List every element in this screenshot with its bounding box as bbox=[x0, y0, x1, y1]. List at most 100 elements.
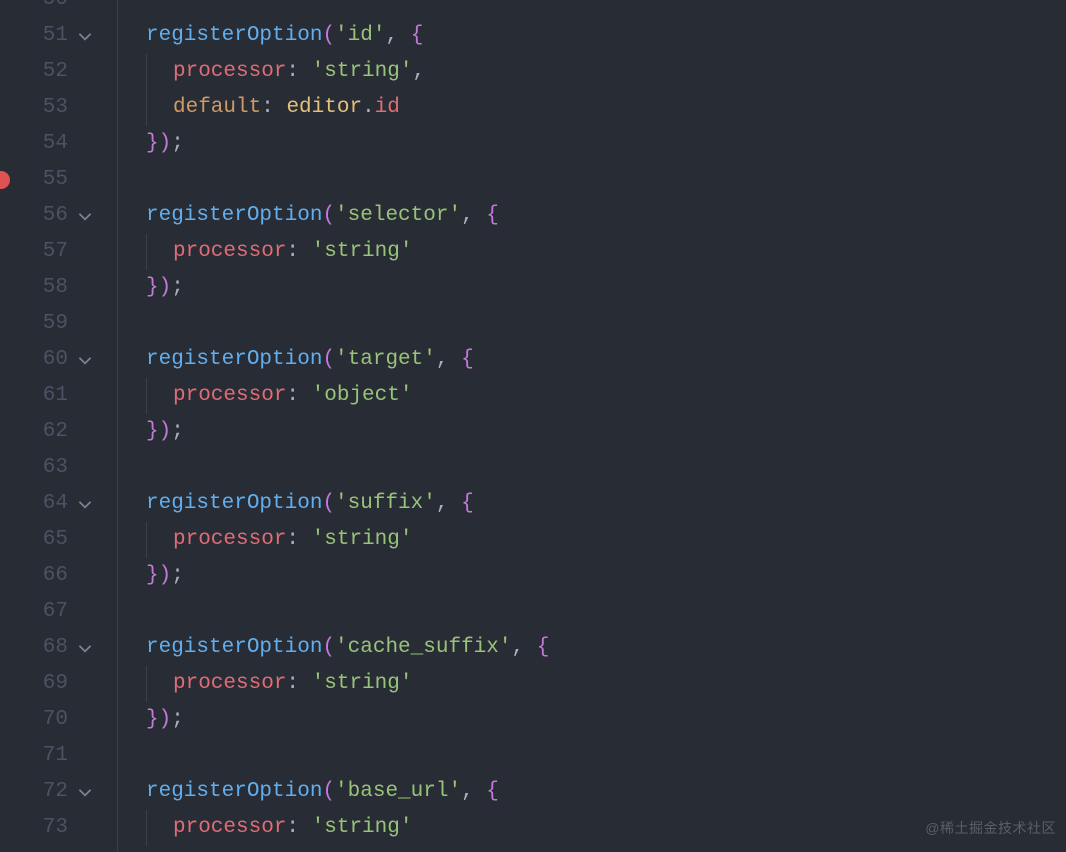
line-number: 55 bbox=[0, 162, 68, 198]
code-line[interactable]: processor: 'string' bbox=[118, 666, 1066, 702]
code-line[interactable]: registerOption('selector', { bbox=[118, 198, 1066, 234]
indent-guide bbox=[146, 666, 173, 702]
gutter-row: 60 bbox=[0, 342, 117, 378]
token: ) bbox=[159, 414, 172, 450]
fold-toggle[interactable] bbox=[68, 27, 102, 45]
gutter-row: 67 bbox=[0, 594, 117, 630]
line-number: 56 bbox=[0, 198, 68, 234]
code-line[interactable] bbox=[118, 306, 1066, 342]
code-line[interactable] bbox=[118, 162, 1066, 198]
chevron-down-icon bbox=[76, 495, 94, 513]
gutter-row: 70 bbox=[0, 702, 117, 738]
token: 'string' bbox=[312, 666, 413, 702]
code-line[interactable] bbox=[118, 594, 1066, 630]
watermark: @稀土掘金技术社区 bbox=[925, 810, 1056, 846]
token: editor bbox=[286, 90, 362, 126]
fold-toggle[interactable] bbox=[68, 351, 102, 369]
code-line[interactable]: processor: 'string' bbox=[118, 810, 1066, 846]
code-line[interactable]: registerOption('target', { bbox=[118, 342, 1066, 378]
token: } bbox=[146, 702, 159, 738]
token: } bbox=[146, 558, 159, 594]
token: , bbox=[385, 18, 410, 54]
code-line[interactable]: registerOption('id', { bbox=[118, 18, 1066, 54]
code-line[interactable]: processor: 'string' bbox=[118, 522, 1066, 558]
code-area[interactable]: registerOption('id', {processor: 'string… bbox=[117, 0, 1066, 852]
line-number: 51 bbox=[0, 18, 68, 54]
fold-toggle[interactable] bbox=[68, 207, 102, 225]
token: ) bbox=[159, 702, 172, 738]
token: ) bbox=[159, 126, 172, 162]
token: registerOption bbox=[146, 486, 322, 522]
indent-guide bbox=[146, 522, 173, 558]
token: , bbox=[511, 630, 536, 666]
token: 'string' bbox=[312, 54, 413, 90]
token: 'target' bbox=[335, 342, 436, 378]
line-number: 53 bbox=[0, 90, 68, 126]
fold-toggle[interactable] bbox=[68, 495, 102, 513]
gutter: 5051525354555657585960616263646566676869… bbox=[0, 0, 117, 852]
gutter-row: 59 bbox=[0, 306, 117, 342]
code-line[interactable]: }); bbox=[118, 558, 1066, 594]
token: 'object' bbox=[312, 378, 413, 414]
gutter-row: 72 bbox=[0, 774, 117, 810]
line-number: 64 bbox=[0, 486, 68, 522]
indent-guide bbox=[146, 90, 173, 126]
code-line[interactable]: processor: 'string', bbox=[118, 54, 1066, 90]
token: processor bbox=[173, 810, 286, 846]
line-number: 66 bbox=[0, 558, 68, 594]
code-line[interactable]: default: editor.id bbox=[118, 90, 1066, 126]
code-line[interactable]: }); bbox=[118, 414, 1066, 450]
chevron-down-icon bbox=[76, 27, 94, 45]
code-line[interactable]: registerOption('cache_suffix', { bbox=[118, 630, 1066, 666]
chevron-down-icon bbox=[76, 207, 94, 225]
gutter-row: 58 bbox=[0, 270, 117, 306]
line-number: 73 bbox=[0, 810, 68, 846]
token: processor bbox=[173, 54, 286, 90]
line-number: 59 bbox=[0, 306, 68, 342]
line-number: 57 bbox=[0, 234, 68, 270]
token: registerOption bbox=[146, 774, 322, 810]
line-number: 72 bbox=[0, 774, 68, 810]
token: registerOption bbox=[146, 630, 322, 666]
gutter-row: 51 bbox=[0, 18, 117, 54]
gutter-row: 63 bbox=[0, 450, 117, 486]
token: { bbox=[486, 198, 499, 234]
fold-toggle[interactable] bbox=[68, 639, 102, 657]
line-number: 58 bbox=[0, 270, 68, 306]
line-number: 69 bbox=[0, 666, 68, 702]
code-line[interactable]: }); bbox=[118, 702, 1066, 738]
code-line[interactable] bbox=[118, 738, 1066, 774]
code-line[interactable]: processor: 'object' bbox=[118, 378, 1066, 414]
token: : bbox=[286, 666, 311, 702]
line-number: 65 bbox=[0, 522, 68, 558]
gutter-row: 61 bbox=[0, 378, 117, 414]
gutter-row: 68 bbox=[0, 630, 117, 666]
code-line[interactable]: }); bbox=[118, 270, 1066, 306]
fold-toggle[interactable] bbox=[68, 783, 102, 801]
gutter-row: 73 bbox=[0, 810, 117, 846]
gutter-row: 50 bbox=[0, 0, 117, 18]
code-line[interactable]: registerOption('suffix', { bbox=[118, 486, 1066, 522]
token: { bbox=[461, 342, 474, 378]
line-number: 61 bbox=[0, 378, 68, 414]
gutter-row: 64 bbox=[0, 486, 117, 522]
token: } bbox=[146, 270, 159, 306]
token: 'string' bbox=[312, 522, 413, 558]
code-line[interactable]: }); bbox=[118, 126, 1066, 162]
line-number: 60 bbox=[0, 342, 68, 378]
token: : bbox=[286, 810, 311, 846]
code-editor[interactable]: 5051525354555657585960616263646566676869… bbox=[0, 0, 1066, 852]
code-line[interactable] bbox=[118, 0, 1066, 18]
code-line[interactable]: registerOption('base_url', { bbox=[118, 774, 1066, 810]
code-line[interactable] bbox=[118, 450, 1066, 486]
token: : bbox=[286, 522, 311, 558]
token: ; bbox=[171, 270, 184, 306]
token: 'cache_suffix' bbox=[335, 630, 511, 666]
code-line[interactable]: processor: 'string' bbox=[118, 234, 1066, 270]
token: processor bbox=[173, 666, 286, 702]
token: registerOption bbox=[146, 198, 322, 234]
indent-guide bbox=[146, 810, 173, 846]
token: 'id' bbox=[335, 18, 385, 54]
gutter-row: 52 bbox=[0, 54, 117, 90]
token: processor bbox=[173, 378, 286, 414]
